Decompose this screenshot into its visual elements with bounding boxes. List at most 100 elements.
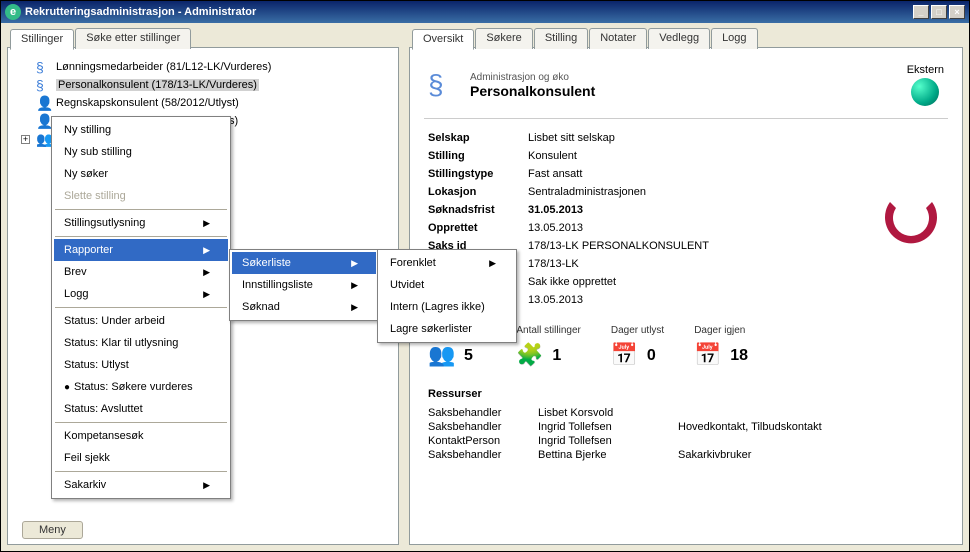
menu-item[interactable]: Brev▶ bbox=[54, 261, 228, 283]
left-tabs: Stillinger Søke etter stillinger bbox=[10, 28, 192, 49]
resource-name: Lisbet Korsvold bbox=[538, 407, 678, 419]
tree-item[interactable]: § Lønningsmedarbeider (81/L12-LK/Vurdere… bbox=[16, 58, 390, 76]
info-value: Konsulent bbox=[528, 150, 944, 162]
app-icon: e bbox=[5, 4, 21, 20]
overview-title: Personalkonsulent bbox=[470, 83, 595, 99]
menu-item[interactable]: Utvidet bbox=[380, 274, 514, 296]
info-label: Lokasjon bbox=[428, 186, 528, 198]
tab-notater[interactable]: Notater bbox=[589, 28, 647, 49]
stat-value: 18 bbox=[730, 347, 748, 365]
tab-oversikt[interactable]: Oversikt bbox=[412, 29, 474, 50]
ressurser-block: Ressurser SaksbehandlerLisbet KorsvoldSa… bbox=[424, 380, 948, 470]
globe-icon bbox=[911, 78, 939, 106]
menu-item[interactable]: Rapporter▶ bbox=[54, 239, 228, 261]
stat-label: Dager utlyst bbox=[611, 325, 664, 336]
menu-item-label: Feil sjekk bbox=[64, 452, 110, 464]
resource-role: Saksbehandler bbox=[428, 449, 538, 461]
menu-item[interactable]: Ny søker bbox=[54, 163, 228, 185]
minimize-button[interactable]: _ bbox=[913, 5, 929, 19]
info-row: StillingKonsulent bbox=[428, 147, 944, 165]
info-value: 178/13-LK bbox=[528, 258, 944, 270]
menu-item[interactable]: Søkerliste▶ bbox=[232, 252, 376, 274]
menu-item-label: Status: Klar til utlysning bbox=[64, 337, 178, 349]
stat-label: Dager igjen bbox=[694, 325, 748, 336]
maximize-button[interactable]: □ bbox=[931, 5, 947, 19]
menu-item-label: Status: Avsluttet bbox=[64, 403, 143, 415]
menu-item[interactable]: Status: Under arbeid bbox=[54, 310, 228, 332]
menu-item-label: Status: Utlyst bbox=[64, 359, 129, 371]
submenu-arrow-icon: ▶ bbox=[489, 258, 496, 269]
menu-separator bbox=[55, 471, 227, 472]
tab-soke-etter-stillinger[interactable]: Søke etter stillinger bbox=[75, 28, 191, 49]
menu-item[interactable]: Feil sjekk bbox=[54, 447, 228, 469]
menu-item[interactable]: Stillingsutlysning▶ bbox=[54, 212, 228, 234]
info-row: LokasjonSentraladministrasjonen bbox=[428, 183, 944, 201]
tree-item-label: Lønningsmedarbeider (81/L12-LK/Vurderes) bbox=[56, 61, 271, 73]
stat-icon: 🧩 bbox=[516, 342, 544, 370]
resource-role: KontaktPerson bbox=[428, 435, 538, 447]
menu-item[interactable]: Kompetansesøk bbox=[54, 425, 228, 447]
tab-stilling[interactable]: Stilling bbox=[534, 28, 588, 49]
resource-row: SaksbehandlerBettina BjerkeSakarkivbruke… bbox=[428, 448, 944, 462]
expand-icon[interactable]: + bbox=[21, 135, 30, 144]
resource-row: SaksbehandlerIngrid TollefsenHovedkontak… bbox=[428, 420, 944, 434]
resource-extra: Hovedkontakt, Tilbudskontakt bbox=[678, 421, 944, 433]
tab-logg[interactable]: Logg bbox=[711, 28, 757, 49]
info-value: Sak ikke opprettet bbox=[528, 276, 944, 288]
right-tabs: Oversikt Søkere Stilling Notater Vedlegg… bbox=[412, 28, 759, 49]
menu-item[interactable]: Sakarkiv▶ bbox=[54, 474, 228, 496]
menu-item[interactable]: Logg▶ bbox=[54, 283, 228, 305]
info-value: Fast ansatt bbox=[528, 168, 944, 180]
menu-item-label: Sakarkiv bbox=[64, 479, 106, 491]
submenu-arrow-icon: ▶ bbox=[203, 289, 210, 300]
main-window: e Rekrutteringsadministrasjon - Administ… bbox=[0, 0, 970, 552]
tab-stillinger[interactable]: Stillinger bbox=[10, 29, 74, 50]
menu-item[interactable]: Status: Klar til utlysning bbox=[54, 332, 228, 354]
resource-name: Ingrid Tollefsen bbox=[538, 435, 678, 447]
stat-block: Dager utlyst📅0 bbox=[611, 325, 664, 370]
menu-item[interactable]: Ny stilling bbox=[54, 119, 228, 141]
tree-item-label: Personalkonsulent (178/13-LK/Vurderes) bbox=[56, 79, 259, 91]
menu-item-label: Utvidet bbox=[390, 279, 424, 291]
tree-item[interactable]: 👤 Regnskapskonsulent (58/2012/Utlyst) bbox=[16, 94, 390, 112]
submenu-arrow-icon: ▶ bbox=[351, 280, 358, 291]
menu-item[interactable]: Søknad▶ bbox=[232, 296, 376, 318]
tab-vedlegg[interactable]: Vedlegg bbox=[648, 28, 710, 49]
stat-icon: 📅 bbox=[694, 342, 722, 370]
stat-value: 5 bbox=[464, 347, 473, 365]
menu-item[interactable]: Lagre søkerlister bbox=[380, 318, 514, 340]
resource-row: SaksbehandlerLisbet Korsvold bbox=[428, 406, 944, 420]
resource-name: Ingrid Tollefsen bbox=[538, 421, 678, 433]
resource-role: Saksbehandler bbox=[428, 421, 538, 433]
menu-separator bbox=[55, 307, 227, 308]
submenu-arrow-icon: ▶ bbox=[351, 258, 358, 269]
menu-item-label: Kompetansesøk bbox=[64, 430, 143, 442]
info-row: Opprettet13.05.2013 bbox=[428, 219, 944, 237]
resource-extra bbox=[678, 435, 944, 447]
menu-item[interactable]: Intern (Lagres ikke) bbox=[380, 296, 514, 318]
close-button[interactable]: × bbox=[949, 5, 965, 19]
overview-subtitle: Administrasjon og øko bbox=[470, 72, 595, 83]
meny-button[interactable]: Meny bbox=[22, 521, 83, 539]
menu-item-label: Lagre søkerlister bbox=[390, 323, 472, 335]
info-row: SelskapLisbet sitt selskap bbox=[428, 129, 944, 147]
stat-block: Dager igjen 📅 18 bbox=[694, 325, 748, 370]
tab-sokere[interactable]: Søkere bbox=[475, 28, 532, 49]
person-icon: 👤 bbox=[36, 95, 52, 111]
window-title: Rekrutteringsadministrasjon - Administra… bbox=[25, 6, 913, 18]
stat-icon: 👥 bbox=[428, 342, 456, 370]
menu-item[interactable]: Status: Avsluttet bbox=[54, 398, 228, 420]
menu-item[interactable]: Status: Utlyst bbox=[54, 354, 228, 376]
menu-item[interactable]: Forenklet▶ bbox=[380, 252, 514, 274]
tree-item-label: Regnskapskonsulent (58/2012/Utlyst) bbox=[56, 97, 239, 109]
submenu-arrow-icon: ▶ bbox=[203, 245, 210, 256]
menu-item[interactable]: Ny sub stilling bbox=[54, 141, 228, 163]
context-menu-3: Forenklet▶ Utvidet Intern (Lagres ikke) Lag… bbox=[377, 249, 517, 343]
menu-item[interactable]: ●Status: Søkere vurderes bbox=[54, 376, 228, 398]
menu-separator bbox=[55, 209, 227, 210]
stat-block: Antall stillinger🧩1 bbox=[516, 325, 580, 370]
menu-item: Slette stilling bbox=[54, 185, 228, 207]
resource-name: Bettina Bjerke bbox=[538, 449, 678, 461]
menu-item[interactable]: Innstillingsliste▶ bbox=[232, 274, 376, 296]
tree-item[interactable]: § Personalkonsulent (178/13-LK/Vurderes) bbox=[16, 76, 390, 94]
